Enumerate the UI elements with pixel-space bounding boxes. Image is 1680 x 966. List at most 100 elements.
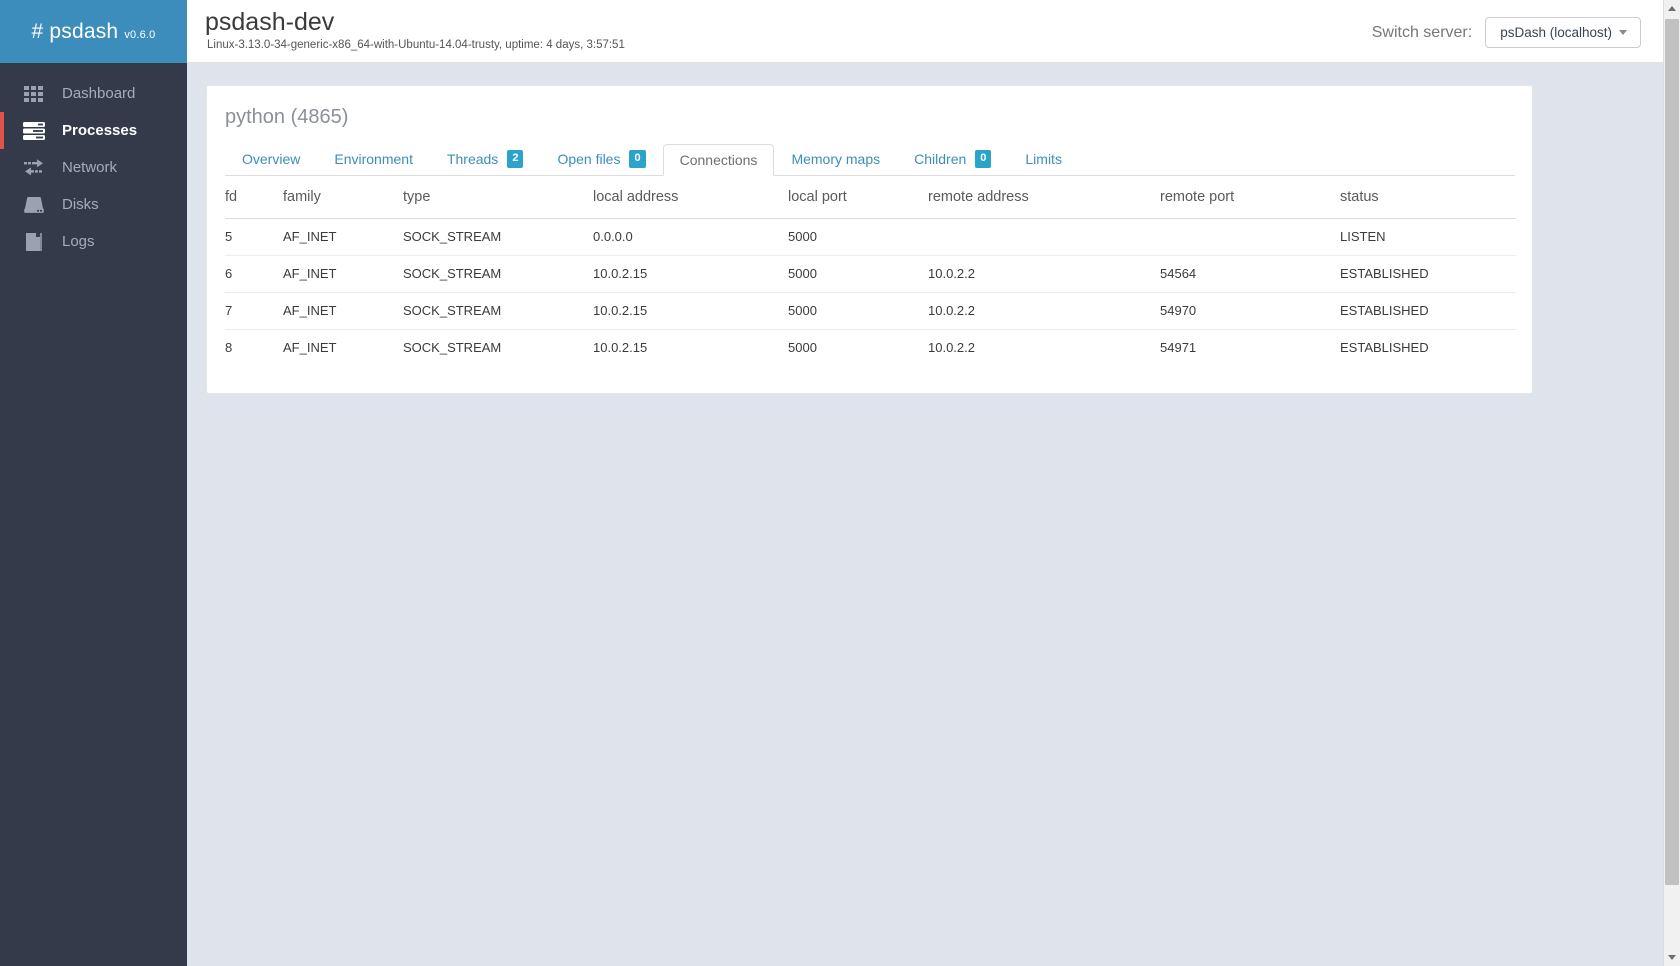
cell-remote-port: 54564	[1160, 255, 1340, 293]
brand-name: # psdash	[31, 19, 119, 43]
column-header-family: family	[283, 176, 403, 219]
cell-type: SOCK_STREAM	[403, 292, 593, 330]
tab-label: Limits	[1025, 151, 1062, 167]
brand-logo[interactable]: # psdash v0.6.0	[0, 0, 187, 63]
cell-fd: 5	[225, 229, 233, 244]
tab-label: Connections	[679, 152, 758, 168]
tab-badge: 0	[629, 150, 646, 168]
network-arrows-icon	[21, 157, 47, 179]
cell-remote-port	[1160, 219, 1340, 256]
sidebar: # psdash v0.6.0 Dashboard Processes Netw…	[0, 0, 187, 966]
book-icon	[21, 231, 47, 253]
table-row[interactable]: 6 AF_INET SOCK_STREAM 10.0.2.15 5000 10.…	[225, 255, 1516, 293]
tab-label: Overview	[242, 151, 301, 167]
cell-status: ESTABLISHED	[1340, 292, 1516, 330]
cell-status: ESTABLISHED	[1340, 329, 1516, 366]
brand-version: v0.6.0	[124, 28, 156, 41]
sidebar-item-logs[interactable]: Logs	[0, 223, 187, 260]
sidebar-item-label: Disks	[62, 196, 99, 213]
main-content: python (4865) Overview Environment Threa…	[187, 63, 1663, 966]
table-body: 5 AF_INET SOCK_STREAM 0.0.0.0 5000 LISTE…	[225, 219, 1516, 366]
sidebar-item-network[interactable]: Network	[0, 149, 187, 186]
tab-label: Memory maps	[791, 151, 881, 167]
cell-type: SOCK_STREAM	[403, 229, 502, 244]
column-header-type: type	[403, 176, 593, 219]
table-row[interactable]: 5 AF_INET SOCK_STREAM 0.0.0.0 5000 LISTE…	[225, 219, 1516, 256]
tab-open-files[interactable]: Open files 0	[540, 143, 662, 175]
caret-down-icon	[1668, 955, 1676, 960]
cell-local-port: 5000	[788, 229, 817, 244]
sidebar-item-label: Logs	[62, 233, 95, 250]
column-header-local-address: local address	[593, 176, 788, 219]
sidebar-item-disks[interactable]: Disks	[0, 186, 187, 223]
topbar: psdash-dev Linux-3.13.0-34-generic-x86_6…	[187, 0, 1663, 63]
sidebar-item-label: Processes	[62, 122, 138, 139]
disk-icon	[21, 194, 47, 216]
tab-threads[interactable]: Threads 2	[430, 143, 540, 175]
cell-local-port: 5000	[788, 292, 928, 330]
cell-remote-port: 54971	[1160, 329, 1340, 366]
sidebar-nav: Dashboard Processes Network Disks Logs	[0, 63, 187, 260]
table-row[interactable]: 8 AF_INET SOCK_STREAM 10.0.2.15 5000 10.…	[225, 329, 1516, 366]
cell-family: AF_INET	[283, 292, 403, 330]
column-header-remote-port: remote port	[1160, 176, 1340, 219]
tab-badge: 2	[507, 150, 524, 168]
cell-local-address: 10.0.2.15	[593, 329, 788, 366]
table-header-row: fd family type local address local port …	[225, 176, 1516, 219]
switch-server-label: Switch server:	[1371, 23, 1473, 41]
switch-server-control: Switch server: psDash (localhost)	[1372, 17, 1641, 48]
cell-local-address: 10.0.2.15	[593, 255, 788, 293]
cell-fd: 8	[225, 329, 283, 366]
cell-remote-address	[928, 219, 1160, 256]
sidebar-item-processes[interactable]: Processes	[0, 112, 187, 149]
tab-badge: 0	[975, 150, 992, 168]
cell-type: SOCK_STREAM	[403, 329, 593, 366]
connections-table: fd family type local address local port …	[225, 176, 1516, 366]
tab-label: Open files	[557, 151, 621, 167]
scroll-down-button[interactable]	[1664, 949, 1680, 966]
tab-label: Children	[914, 151, 967, 167]
server-stack-icon	[21, 120, 47, 142]
sidebar-item-dashboard[interactable]: Dashboard	[0, 75, 187, 112]
cell-remote-port: 54970	[1160, 292, 1340, 330]
cell-local-address: 0.0.0.0	[593, 229, 633, 244]
cell-status: LISTEN	[1340, 229, 1386, 244]
server-select-dropdown[interactable]: psDash (localhost)	[1485, 17, 1641, 48]
cell-remote-address: 10.0.2.2	[928, 329, 1160, 366]
process-tabs: Overview Environment Threads 2 Open file…	[225, 144, 1515, 176]
server-select-value: psDash (localhost)	[1500, 25, 1612, 40]
page-title: psdash-dev	[205, 8, 335, 36]
column-header-local-port: local port	[788, 176, 928, 219]
cell-remote-address: 10.0.2.2	[928, 255, 1160, 293]
tab-label: Threads	[446, 151, 499, 167]
chevron-down-icon	[1619, 30, 1627, 35]
table-header: fd family type local address local port …	[225, 176, 1516, 219]
caret-up-icon	[1668, 6, 1676, 11]
cell-family: AF_INET	[283, 329, 403, 366]
cell-fd: 6	[225, 255, 283, 293]
tab-overview[interactable]: Overview	[225, 143, 317, 175]
column-header-status: status	[1340, 176, 1516, 219]
cell-fd: 7	[225, 292, 283, 330]
grid-icon	[21, 83, 47, 105]
column-header-remote-address: remote address	[928, 176, 1160, 219]
tab-connections[interactable]: Connections	[662, 144, 775, 176]
vertical-scrollbar[interactable]	[1663, 0, 1680, 966]
table-row[interactable]: 7 AF_INET SOCK_STREAM 10.0.2.15 5000 10.…	[225, 292, 1516, 330]
process-title: python (4865)	[225, 106, 349, 128]
scroll-up-button[interactable]	[1664, 0, 1680, 17]
app-root: # psdash v0.6.0 Dashboard Processes Netw…	[0, 0, 1680, 966]
cell-local-address: 10.0.2.15	[593, 292, 788, 330]
cell-family: AF_INET	[283, 255, 403, 293]
sidebar-item-label: Dashboard	[62, 85, 136, 102]
tab-memory-maps[interactable]: Memory maps	[774, 143, 897, 175]
cell-family: AF_INET	[283, 229, 337, 244]
system-info-subtitle: Linux-3.13.0-34-generic-x86_64-with-Ubun…	[207, 39, 625, 51]
scrollbar-thumb[interactable]	[1665, 19, 1679, 885]
cell-local-port: 5000	[788, 255, 928, 293]
tab-limits[interactable]: Limits	[1008, 143, 1079, 175]
tab-children[interactable]: Children 0	[897, 143, 1008, 175]
tab-environment[interactable]: Environment	[317, 143, 430, 175]
cell-type: SOCK_STREAM	[403, 255, 593, 293]
cell-status: ESTABLISHED	[1340, 255, 1516, 293]
